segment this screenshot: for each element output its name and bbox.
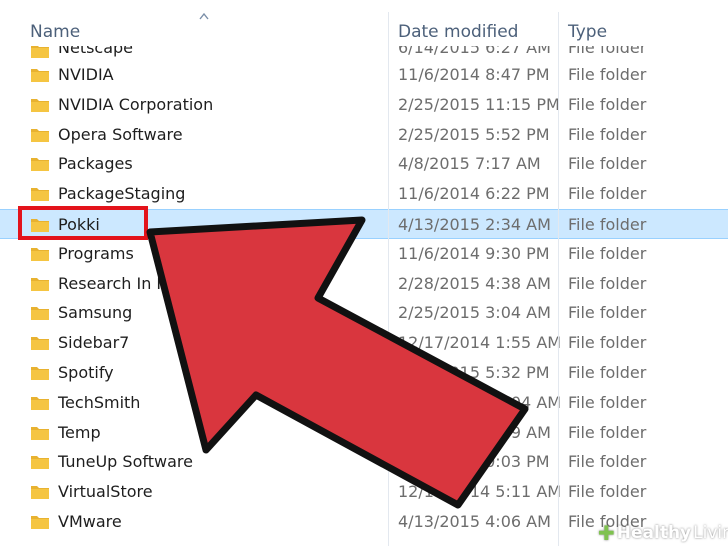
pointer-arrow-icon (146, 216, 529, 509)
watermark-brand-bold: Healthy (616, 523, 692, 543)
watermark-logo: ✚ Healthy Living (598, 521, 728, 545)
plus-icon: ✚ (598, 521, 615, 545)
watermark-brand-light: Living (693, 523, 728, 543)
